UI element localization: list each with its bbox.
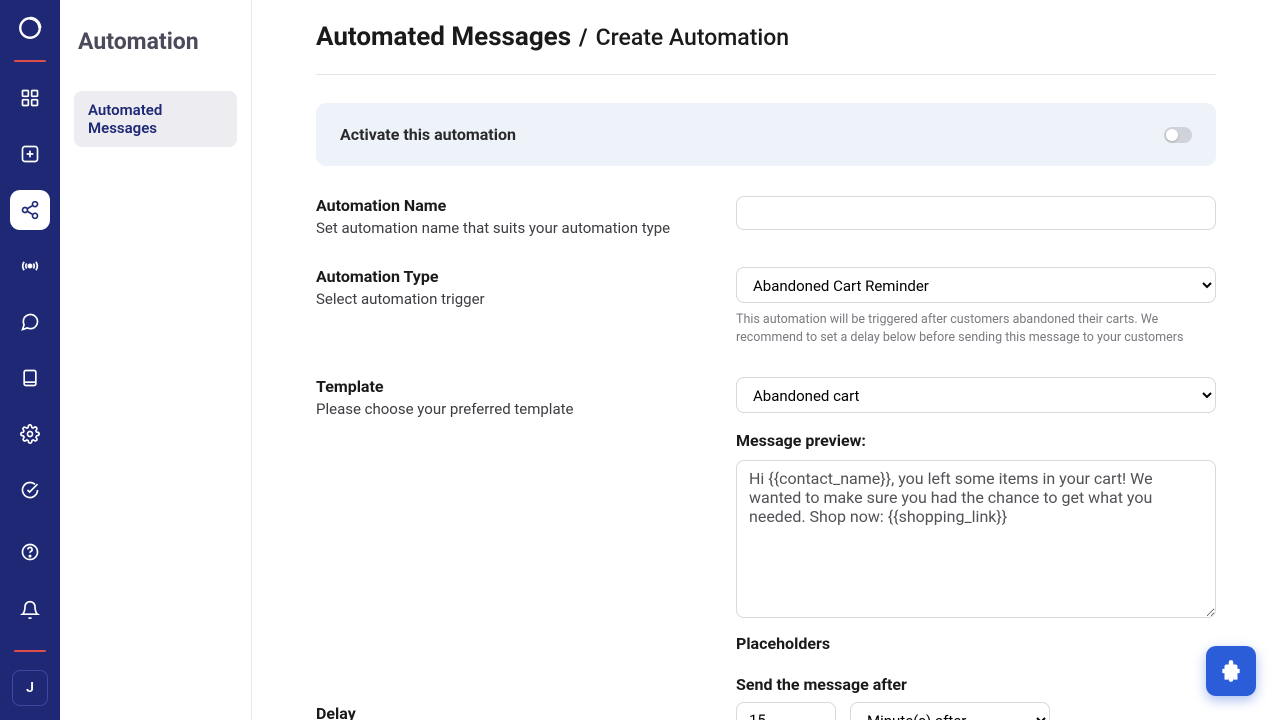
breadcrumb-root[interactable]: Automated Messages [316,22,571,52]
bell-icon[interactable] [10,590,50,630]
chat-icon[interactable] [10,302,50,342]
rail-divider [14,60,46,62]
type-label: Automation Type [316,267,696,286]
add-icon[interactable] [10,134,50,174]
check-circle-icon[interactable] [10,470,50,510]
breadcrumb-current: Create Automation [596,24,790,51]
automation-name-input[interactable] [736,196,1216,230]
user-avatar[interactable]: J [12,670,48,706]
breadcrumb: Automated Messages / Create Automation [316,22,1216,75]
message-preview-textarea[interactable]: Hi {{contact_name}}, you left some items… [736,460,1216,618]
template-select[interactable]: Abandoned cart [736,377,1216,413]
activate-card: Activate this automation [316,103,1216,166]
placeholders-label: Placeholders [736,634,1216,653]
activate-toggle[interactable] [1164,127,1192,143]
activate-label: Activate this automation [340,125,516,144]
sidebar-item-label: Automated Messages [88,101,162,137]
type-desc: Select automation trigger [316,290,696,308]
send-after-label: Send the message after [736,675,1216,694]
name-desc: Set automation name that suits your auto… [316,219,696,237]
help-icon[interactable] [10,532,50,572]
preview-label: Message preview: [736,431,1216,450]
app-logo[interactable] [16,14,44,42]
sidebar-title: Automation [74,28,237,55]
delay-label: Delay [316,704,696,720]
breadcrumb-sep: / [579,24,588,51]
template-desc: Please choose your preferred template [316,400,696,418]
nav-rail: J [0,0,60,720]
broadcast-icon[interactable] [10,246,50,286]
sidebar: Automation Automated Messages [60,0,252,720]
type-helper: This automation will be triggered after … [736,311,1216,347]
name-label: Automation Name [316,196,696,215]
rail-divider-bottom [14,650,46,652]
book-icon[interactable] [10,358,50,398]
automation-type-select[interactable]: Abandoned Cart Reminder [736,267,1216,303]
sidebar-item-automated-messages[interactable]: Automated Messages [74,91,237,147]
share-icon[interactable] [10,190,50,230]
chat-widget-button[interactable] [1206,646,1256,696]
template-label: Template [316,377,696,396]
main-content: Automated Messages / Create Automation A… [252,0,1280,720]
settings-icon[interactable] [10,414,50,454]
dashboard-icon[interactable] [10,78,50,118]
